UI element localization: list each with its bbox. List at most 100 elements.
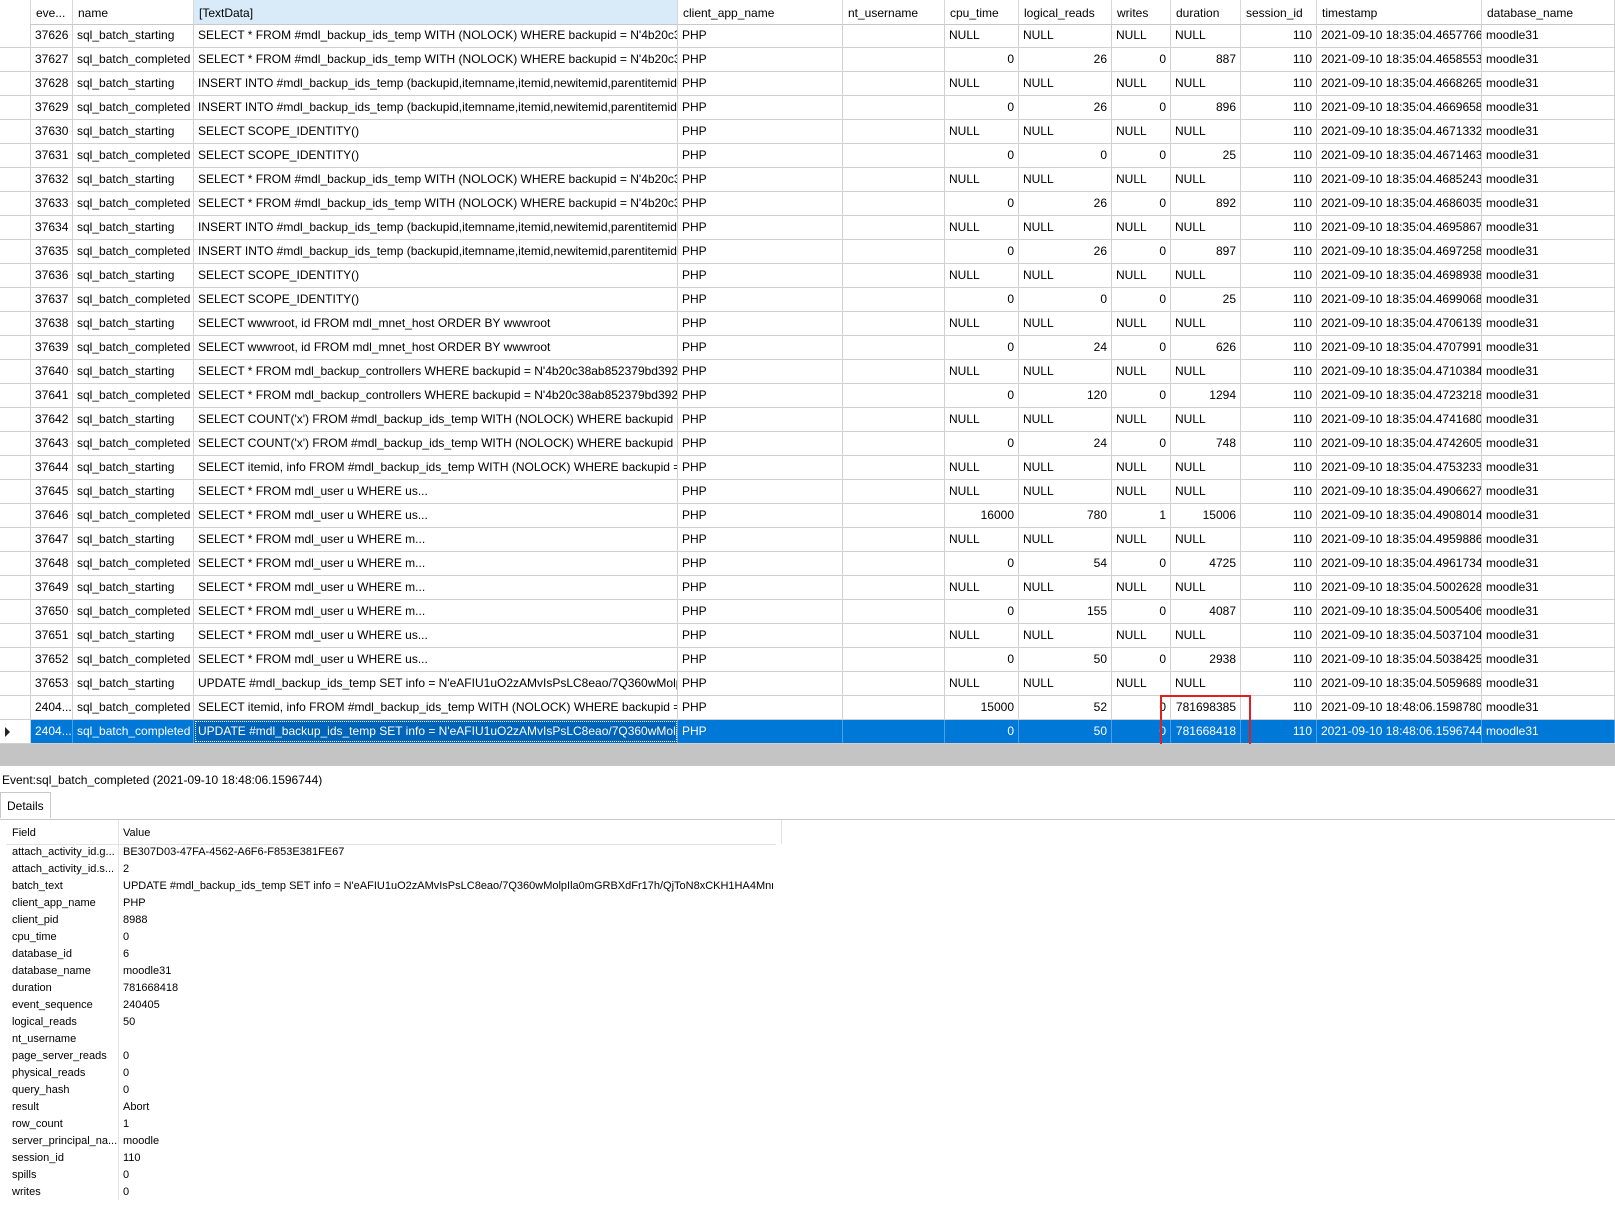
cell-logical-reads[interactable]: NULL xyxy=(1019,312,1112,335)
row-header[interactable] xyxy=(0,528,31,551)
cell-event-sequence[interactable]: 37628 xyxy=(31,72,73,95)
cell-session-id[interactable]: 110 xyxy=(1241,168,1317,191)
cell-cpu-time[interactable]: 0 xyxy=(945,600,1019,623)
cell-client-app-name[interactable]: PHP xyxy=(678,576,843,599)
cell-client-app-name[interactable]: PHP xyxy=(678,96,843,119)
cell-duration[interactable]: NULL xyxy=(1171,672,1241,695)
row-header[interactable] xyxy=(0,72,31,95)
cell-textdata[interactable]: SELECT * FROM #mdl_backup_ids_temp WITH … xyxy=(194,48,678,71)
cell-cpu-time[interactable]: NULL xyxy=(945,480,1019,503)
cell-name[interactable]: sql_batch_completed xyxy=(73,288,194,311)
cell-event-sequence[interactable]: 2404... xyxy=(31,720,73,743)
cell-database-name[interactable]: moodle31 xyxy=(1482,456,1615,479)
cell-cpu-time[interactable]: 0 xyxy=(945,720,1019,743)
cell-database-name[interactable]: moodle31 xyxy=(1482,360,1615,383)
cell-nt-username[interactable] xyxy=(843,48,945,71)
cell-writes[interactable]: 0 xyxy=(1112,384,1171,407)
cell-client-app-name[interactable]: PHP xyxy=(678,552,843,575)
cell-logical-reads[interactable]: NULL xyxy=(1019,120,1112,143)
cell-duration[interactable]: NULL xyxy=(1171,360,1241,383)
cell-timestamp[interactable]: 2021-09-10 18:35:04.4657766 xyxy=(1317,24,1482,47)
cell-session-id[interactable]: 110 xyxy=(1241,648,1317,671)
cell-database-name[interactable]: moodle31 xyxy=(1482,648,1615,671)
cell-cpu-time[interactable]: 0 xyxy=(945,240,1019,263)
cell-database-name[interactable]: moodle31 xyxy=(1482,624,1615,647)
cell-client-app-name[interactable]: PHP xyxy=(678,456,843,479)
cell-database-name[interactable]: moodle31 xyxy=(1482,264,1615,287)
cell-nt-username[interactable] xyxy=(843,528,945,551)
cell-timestamp[interactable]: 2021-09-10 18:35:04.4742605 xyxy=(1317,432,1482,455)
cell-nt-username[interactable] xyxy=(843,720,945,743)
cell-session-id[interactable]: 110 xyxy=(1241,72,1317,95)
cell-writes[interactable]: NULL xyxy=(1112,360,1171,383)
cell-timestamp[interactable]: 2021-09-10 18:35:04.4741680 xyxy=(1317,408,1482,431)
row-header[interactable] xyxy=(0,240,31,263)
cell-textdata[interactable]: SELECT itemid, info FROM #mdl_backup_ids… xyxy=(194,696,678,719)
cell-logical-reads[interactable]: NULL xyxy=(1019,216,1112,239)
cell-event-sequence[interactable]: 37636 xyxy=(31,264,73,287)
cell-name[interactable]: sql_batch_starting xyxy=(73,312,194,335)
row-header[interactable] xyxy=(0,624,31,647)
cell-client-app-name[interactable]: PHP xyxy=(678,624,843,647)
cell-textdata[interactable]: SELECT COUNT('x') FROM #mdl_backup_ids_t… xyxy=(194,408,678,431)
cell-timestamp[interactable]: 2021-09-10 18:35:04.4685243 xyxy=(1317,168,1482,191)
cell-session-id[interactable]: 110 xyxy=(1241,504,1317,527)
table-row[interactable]: 37633 sql_batch_completed SELECT * FROM #m… xyxy=(0,192,1615,216)
cell-session-id[interactable]: 110 xyxy=(1241,720,1317,743)
table-row[interactable]: 37631 sql_batch_completed SELECT SCOPE_IDE… xyxy=(0,144,1615,168)
header-col-duration[interactable]: duration xyxy=(1171,0,1241,24)
cell-event-sequence[interactable]: 2404... xyxy=(31,696,73,719)
details-row[interactable]: page_server_reads 0 xyxy=(6,1048,776,1065)
cell-event-sequence[interactable]: 37632 xyxy=(31,168,73,191)
cell-cpu-time[interactable]: NULL xyxy=(945,264,1019,287)
cell-cpu-time[interactable]: NULL xyxy=(945,312,1019,335)
cell-timestamp[interactable]: 2021-09-10 18:35:04.4710384 xyxy=(1317,360,1482,383)
cell-event-sequence[interactable]: 37626 xyxy=(31,24,73,47)
cell-name[interactable]: sql_batch_completed xyxy=(73,384,194,407)
cell-name[interactable]: sql_batch_starting xyxy=(73,216,194,239)
cell-writes[interactable]: NULL xyxy=(1112,408,1171,431)
cell-event-sequence[interactable]: 37640 xyxy=(31,360,73,383)
cell-cpu-time[interactable]: NULL xyxy=(945,168,1019,191)
cell-name[interactable]: sql_batch_completed xyxy=(73,96,194,119)
cell-cpu-time[interactable]: 0 xyxy=(945,552,1019,575)
cell-database-name[interactable]: moodle31 xyxy=(1482,72,1615,95)
cell-name[interactable]: sql_batch_starting xyxy=(73,168,194,191)
cell-nt-username[interactable] xyxy=(843,456,945,479)
cell-duration[interactable]: NULL xyxy=(1171,576,1241,599)
details-row[interactable]: duration 781668418 xyxy=(6,980,776,997)
cell-name[interactable]: sql_batch_completed xyxy=(73,144,194,167)
cell-session-id[interactable]: 110 xyxy=(1241,120,1317,143)
cell-duration[interactable]: NULL xyxy=(1171,216,1241,239)
cell-logical-reads[interactable]: 52 xyxy=(1019,696,1112,719)
cell-timestamp[interactable]: 2021-09-10 18:35:04.4671463 xyxy=(1317,144,1482,167)
details-row[interactable]: result Abort xyxy=(6,1099,776,1116)
cell-writes[interactable]: NULL xyxy=(1112,72,1171,95)
cell-timestamp[interactable]: 2021-09-10 18:35:04.4706139 xyxy=(1317,312,1482,335)
row-header[interactable] xyxy=(0,24,31,47)
cell-timestamp[interactable]: 2021-09-10 18:35:04.4707991 xyxy=(1317,336,1482,359)
cell-logical-reads[interactable]: 24 xyxy=(1019,432,1112,455)
cell-logical-reads[interactable]: NULL xyxy=(1019,456,1112,479)
table-row[interactable]: 37643 sql_batch_completed SELECT COUNT('x'… xyxy=(0,432,1615,456)
cell-cpu-time[interactable]: 0 xyxy=(945,96,1019,119)
cell-session-id[interactable]: 110 xyxy=(1241,96,1317,119)
cell-writes[interactable]: 0 xyxy=(1112,48,1171,71)
cell-database-name[interactable]: moodle31 xyxy=(1482,216,1615,239)
table-row[interactable]: 37626 sql_batch_starting SELECT * FROM #md… xyxy=(0,24,1615,48)
cell-duration[interactable]: 897 xyxy=(1171,240,1241,263)
cell-name[interactable]: sql_batch_completed xyxy=(73,648,194,671)
table-row[interactable]: 37652 sql_batch_completed SELECT * FROM md… xyxy=(0,648,1615,672)
cell-name[interactable]: sql_batch_starting xyxy=(73,360,194,383)
row-header[interactable] xyxy=(0,312,31,335)
cell-database-name[interactable]: moodle31 xyxy=(1482,168,1615,191)
cell-cpu-time[interactable]: 0 xyxy=(945,336,1019,359)
cell-database-name[interactable]: moodle31 xyxy=(1482,144,1615,167)
cell-session-id[interactable]: 110 xyxy=(1241,288,1317,311)
cell-textdata[interactable]: SELECT * FROM mdl_user u WHERE m... xyxy=(194,528,678,551)
cell-writes[interactable]: 1 xyxy=(1112,504,1171,527)
cell-writes[interactable]: 0 xyxy=(1112,144,1171,167)
row-header[interactable] xyxy=(0,144,31,167)
cell-name[interactable]: sql_batch_completed xyxy=(73,504,194,527)
cell-nt-username[interactable] xyxy=(843,144,945,167)
